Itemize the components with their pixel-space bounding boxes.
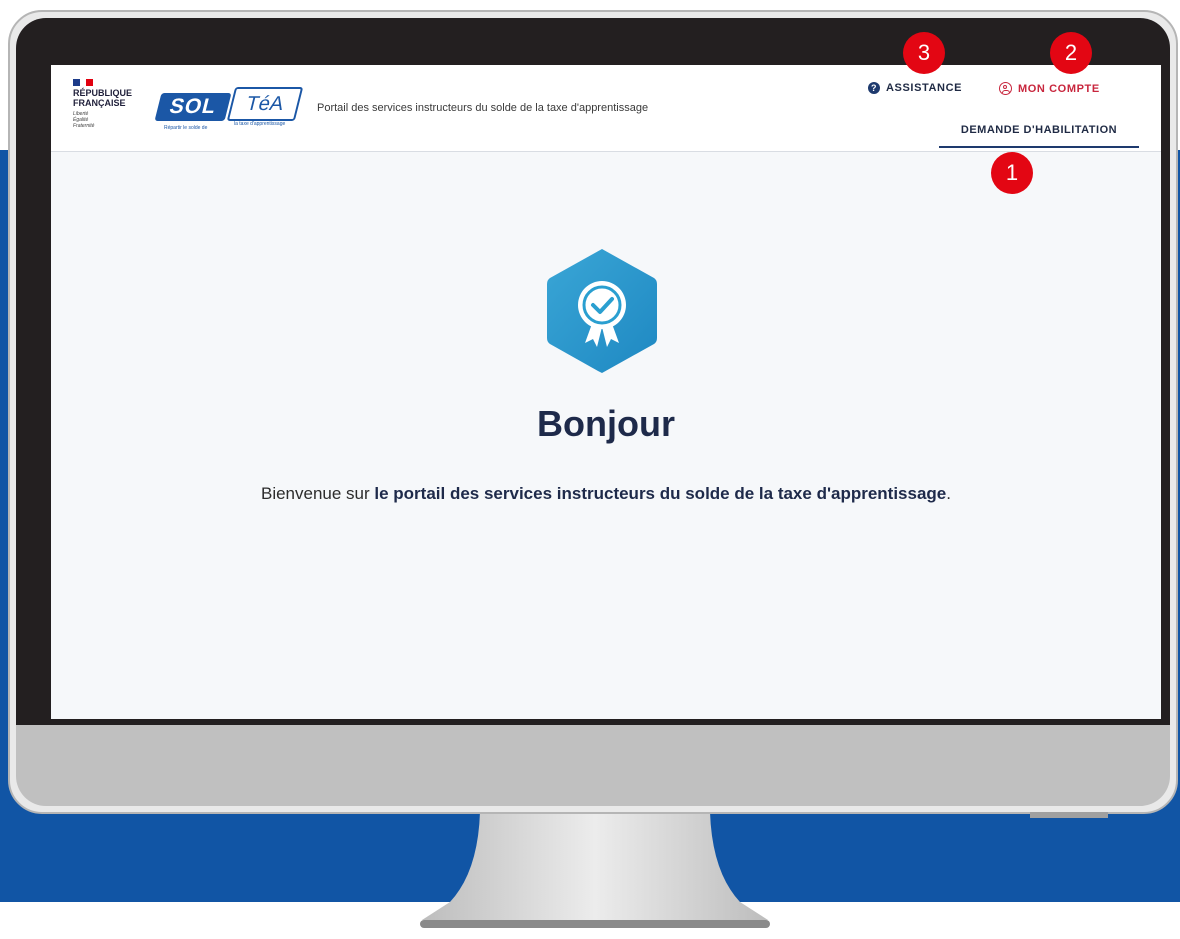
- monitor-foot-mark: [1030, 812, 1108, 818]
- republique-francaise-logo[interactable]: RÉPUBLIQUE FRANÇAISE Liberté Égalité Fra…: [73, 79, 163, 129]
- motto-text: Liberté Égalité Fraternité: [73, 111, 95, 129]
- callout-marker-2: 2: [1050, 32, 1092, 74]
- greeting-heading: Bonjour: [537, 403, 675, 444]
- site-header: RÉPUBLIQUE FRANÇAISE Liberté Égalité Fra…: [51, 65, 1161, 152]
- account-label: MON COMPTE: [1018, 82, 1100, 95]
- welcome-portal-name: le portail des services instructeurs du …: [374, 484, 947, 503]
- account-link[interactable]: MON COMPTE: [999, 82, 1100, 95]
- logo-sol-text: SOL: [154, 93, 232, 121]
- french-flag-icon: [73, 79, 94, 86]
- logo-tagline-left: Répartir le solde de: [164, 125, 208, 131]
- logo-tagline-right: la taxe d'apprentissage: [234, 121, 286, 127]
- monitor-stand: [420, 812, 770, 928]
- welcome-message: Bienvenue sur le portail des services in…: [51, 484, 1161, 504]
- soltea-logo[interactable]: SOL TéA Répartir le solde de la taxe d'a…: [154, 85, 304, 135]
- callout-marker-1: 1: [991, 152, 1033, 194]
- certificate-badge-icon: [547, 249, 657, 373]
- logo-tea-text: TéA: [226, 87, 304, 121]
- republique-francaise-text: RÉPUBLIQUE FRANÇAISE: [73, 88, 133, 108]
- portal-title: Portail des services instructeurs du sol…: [317, 102, 649, 114]
- user-icon: [999, 82, 1012, 95]
- callout-marker-3: 3: [903, 32, 945, 74]
- question-icon: ?: [868, 82, 880, 94]
- welcome-prefix: Bienvenue sur: [260, 484, 375, 503]
- welcome-suffix: .: [946, 484, 951, 503]
- tab-demande-habilitation[interactable]: DEMANDE D'HABILITATION: [939, 124, 1139, 148]
- monitor-chin: [16, 725, 1170, 806]
- assistance-label: ASSISTANCE: [886, 82, 963, 94]
- assistance-link[interactable]: ? ASSISTANCE: [868, 82, 962, 94]
